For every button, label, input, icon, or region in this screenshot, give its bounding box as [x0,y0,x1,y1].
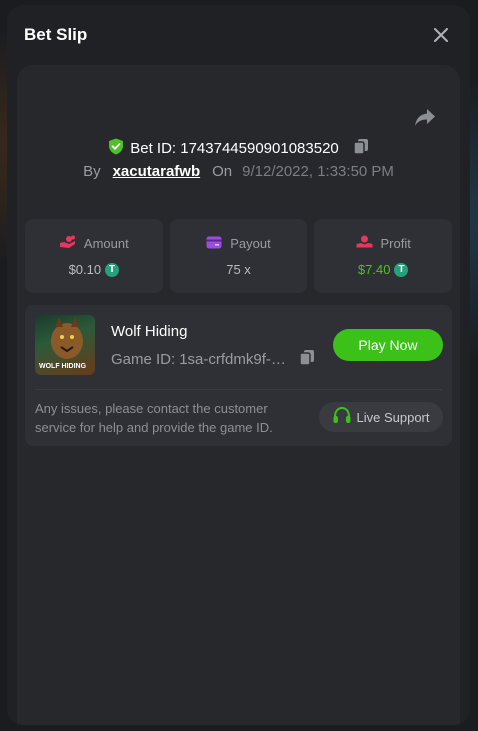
by-label: By [83,163,101,180]
play-now-button[interactable]: Play Now [333,329,443,361]
username-link[interactable]: xacutarafwb [113,163,201,180]
game-id-label: Game ID: [111,351,176,368]
bet-id-text: Bet ID: 1743744590901083520 [130,140,339,157]
modal-title: Bet Slip [24,25,88,44]
payout-stat: Payout 75 x [169,219,308,293]
profit-value: $7.40 [357,262,391,277]
game-thumbnail-logo: WOLF HIDING [39,363,87,370]
copy-icon[interactable] [299,349,315,370]
amount-value: $0.10 [68,262,102,277]
bet-slip-modal: Bet Slip Bet ID: 1743744590901083520 By … [7,5,470,725]
card-icon [206,236,222,252]
bet-stats: Amount $0.10 T Payout 75 x Profit $7.40 … [25,219,453,293]
profit-stat: Profit $7.40 T [314,219,453,293]
payout-value: 75 x [226,261,251,277]
profit-label: Profit [380,236,411,251]
amount-stat: Amount $0.10 T [25,219,163,293]
payout-label: Payout [230,236,271,251]
tether-coin-icon: T [394,262,409,277]
tether-coin-icon: T [105,262,120,277]
support-notice: Any issues, please contact the customer … [35,401,273,435]
game-id-value: 1sa-crfdmk9f-1... [179,351,292,368]
on-label: On [212,163,233,180]
coins-hand-icon [59,235,76,252]
game-card: WOLF HIDING Wolf Hiding Game ID: 1sa-crf… [25,305,452,446]
bet-date: 9/12/2022, 1:33:50 PM [242,163,394,180]
share-icon[interactable] [414,108,438,132]
shield-check-icon [108,138,124,159]
game-thumbnail[interactable]: WOLF HIDING [35,315,95,375]
game-name: Wolf Hiding [111,323,188,340]
live-support-button[interactable]: Live Support [319,402,443,432]
game-id-row: Game ID: 1sa-crfdmk9f-1... [111,349,315,370]
copy-icon[interactable] [353,138,369,159]
bet-author-row: By xacutarafwb On 9/12/2022, 1:33:50 PM [17,163,460,180]
amount-label: Amount [83,236,129,251]
modal-header: Bet Slip [7,5,470,65]
live-support-label: Live Support [356,409,430,425]
bet-id-row: Bet ID: 1743744590901083520 [17,138,460,159]
headset-icon [333,406,351,427]
bet-details-card: Bet ID: 1743744590901083520 By xacutaraf… [17,65,460,725]
close-icon[interactable] [430,24,452,46]
hand-coin-icon [356,235,373,252]
divider [35,389,442,390]
